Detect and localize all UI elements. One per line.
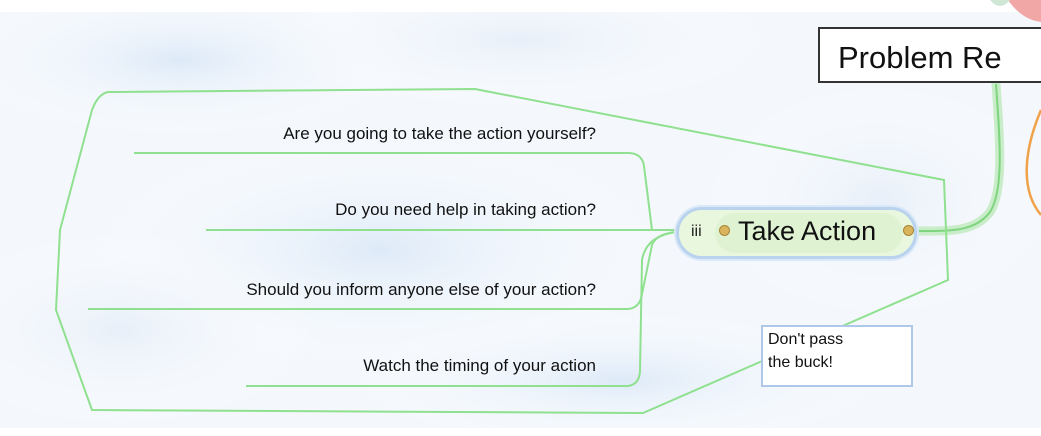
collapse-handle-left-icon[interactable] (719, 225, 730, 236)
callout-line: Don't pass (768, 331, 844, 348)
subtopic-label[interactable]: Are you going to take the action yoursel… (283, 124, 596, 144)
collapse-handle-right-icon[interactable] (903, 225, 914, 236)
subtopic-label[interactable]: Should you inform anyone else of your ac… (246, 280, 596, 300)
callout-line: the buck! (768, 354, 833, 371)
main-topic-label: Take Action (738, 216, 877, 246)
central-topic-label: Problem Re (838, 40, 1002, 75)
main-topic-number: iii (691, 223, 702, 240)
subtopic-label[interactable]: Watch the timing of your action (363, 356, 596, 376)
subtopic-label[interactable]: Do you need help in taking action? (335, 200, 596, 220)
